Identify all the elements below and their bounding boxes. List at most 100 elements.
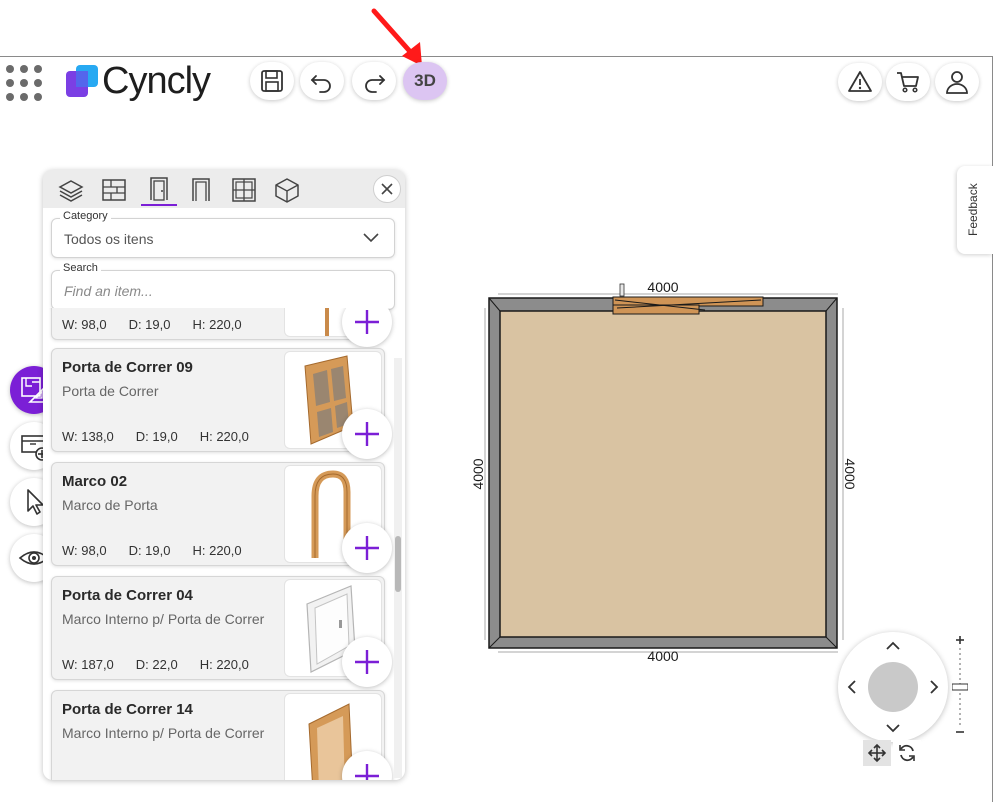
add-item-button[interactable]: [342, 409, 392, 459]
navigation-center-knob[interactable]: [868, 662, 918, 712]
item-depth: D: 22,0: [135, 657, 178, 672]
layers-icon: [58, 180, 84, 202]
user-icon: [946, 71, 968, 94]
camera-navigation-pad[interactable]: [838, 632, 948, 742]
wall-icon: [102, 179, 126, 201]
chevron-up-icon[interactable]: [885, 638, 901, 654]
cube-icon: [275, 178, 299, 203]
item-width: W: 187,0: [62, 657, 114, 672]
rotate-mode-button[interactable]: [893, 740, 921, 766]
item-dimensions: W: 187,0 D: 22,0 H: 220,0: [62, 657, 271, 672]
undo-button[interactable]: [300, 62, 344, 100]
catalog-item[interactable]: W: 98,0 D: 19,0 H: 220,0: [51, 308, 392, 347]
brand-name: Cyncly: [102, 59, 211, 102]
catalog-tabbar: [43, 170, 405, 208]
cart-button[interactable]: [886, 63, 930, 101]
item-height: H: 220,0: [199, 429, 249, 444]
red-arrow-annotation: [371, 8, 422, 66]
zoom-slider-handle[interactable]: [952, 683, 968, 691]
cart-icon: [897, 72, 919, 93]
item-description: Porta de Correr: [62, 383, 159, 399]
brand-mark-icon: [66, 65, 98, 97]
category-value: Todos os itens: [64, 231, 154, 247]
plus-icon: [355, 536, 379, 560]
item-description: Marco Interno p/ Porta de Correr: [62, 725, 265, 741]
plus-icon: [355, 650, 379, 674]
item-description: Marco Interno p/ Porta de Correr: [62, 611, 265, 627]
chevron-down-icon[interactable]: [885, 720, 901, 736]
tab-windows[interactable]: [228, 174, 260, 206]
move-arrows-icon: [867, 743, 887, 763]
item-name: Marco 02: [62, 473, 128, 490]
list-scroll-thumb[interactable]: [395, 536, 401, 592]
tab-walls[interactable]: [98, 174, 130, 206]
feedback-label: Feedback: [966, 183, 980, 236]
brand-logo: Cyncly: [66, 59, 211, 102]
catalog-panel: Category Todos os itens Search W: 98,0 D…: [43, 170, 405, 780]
category-label: Category: [60, 210, 111, 222]
dimension-right: 4000: [842, 458, 858, 489]
feedback-tab[interactable]: Feedback: [957, 166, 993, 254]
window-icon: [232, 178, 256, 202]
warnings-button[interactable]: [838, 63, 882, 101]
save-button[interactable]: [250, 62, 294, 100]
plus-icon: [355, 422, 379, 446]
add-item-button[interactable]: [342, 523, 392, 573]
chevron-down-icon: [363, 233, 379, 243]
item-dimensions: W: 98,0 D: 19,0 H: 220,0: [62, 317, 264, 332]
floor-plan-canvas[interactable]: 4000 4000 4000 4000: [465, 270, 865, 670]
catalog-item[interactable]: Porta de Correr 04 Marco Interno p/ Port…: [51, 576, 392, 687]
chevron-right-icon[interactable]: [926, 679, 942, 695]
catalog-item[interactable]: Porta de Correr 09 Porta de Correr W: 13…: [51, 348, 392, 459]
undo-icon: [310, 75, 331, 93]
item-depth: D: 19,0: [128, 543, 171, 558]
item-width: W: 98,0: [62, 317, 107, 332]
item-depth: D: 19,0: [128, 317, 171, 332]
save-icon: [261, 70, 283, 92]
door-frame-icon: [192, 178, 210, 201]
close-panel-button[interactable]: [373, 175, 401, 203]
item-width: W: 98,0: [62, 543, 107, 558]
plus-icon: [355, 310, 379, 334]
tab-doors[interactable]: [141, 174, 177, 206]
add-item-button[interactable]: [342, 637, 392, 687]
user-account-button[interactable]: [935, 63, 979, 101]
item-name: Porta de Correr 09: [62, 359, 193, 376]
search-input[interactable]: [64, 283, 364, 299]
list-scrollbar[interactable]: [394, 358, 402, 778]
add-item-button[interactable]: [342, 308, 392, 347]
plus-icon: [355, 764, 379, 780]
chevron-left-icon[interactable]: [844, 679, 860, 695]
apps-grid-icon[interactable]: [5, 64, 45, 104]
catalog-item[interactable]: Porta de Correr 14 Marco Interno p/ Port…: [51, 690, 392, 780]
dimension-left: 4000: [470, 458, 486, 489]
catalog-item[interactable]: Marco 02 Marco de Porta W: 98,0 D: 19,0 …: [51, 462, 392, 573]
search-field[interactable]: Search: [51, 262, 395, 310]
toggle-3d-button[interactable]: 3D: [403, 62, 447, 100]
rotate-icon: [899, 744, 915, 762]
item-height: H: 220,0: [199, 657, 249, 672]
category-select[interactable]: Category Todos os itens: [51, 210, 395, 258]
redo-icon: [365, 75, 386, 93]
item-width: W: 138,0: [62, 429, 114, 444]
room-floor[interactable]: [499, 310, 827, 638]
item-name: Porta de Correr 14: [62, 701, 193, 718]
item-depth: D: 19,0: [135, 429, 178, 444]
item-height: H: 220,0: [192, 543, 242, 558]
redo-button[interactable]: [352, 62, 396, 100]
tab-layers[interactable]: [55, 174, 87, 206]
tab-objects[interactable]: [271, 174, 303, 206]
item-height: H: 220,0: [192, 317, 242, 332]
catalog-body: Category Todos os itens Search W: 98,0 D…: [43, 208, 405, 780]
pan-mode-button[interactable]: [863, 740, 891, 766]
warning-icon: [848, 71, 872, 92]
item-dimensions: W: 138,0 D: 19,0 H: 220,0: [62, 429, 271, 444]
dimension-top: 4000: [647, 279, 678, 295]
zoom-slider[interactable]: [952, 634, 968, 738]
door-icon: [150, 177, 168, 201]
item-description: Marco de Porta: [62, 497, 158, 513]
dimension-bottom: 4000: [647, 648, 678, 664]
item-name: Porta de Correr 04: [62, 587, 193, 604]
catalog-item-list[interactable]: W: 98,0 D: 19,0 H: 220,0 Porta de Correr…: [43, 308, 399, 780]
tab-frames[interactable]: [185, 174, 217, 206]
